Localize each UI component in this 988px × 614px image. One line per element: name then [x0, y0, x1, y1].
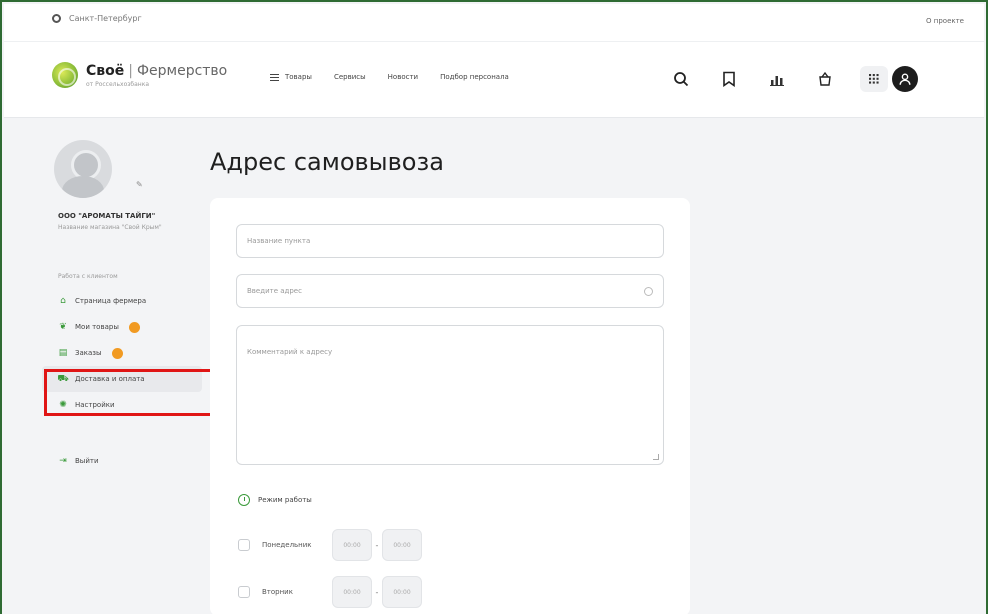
nav-label: Сервисы	[333, 73, 366, 81]
address-placeholder: Введите адрес	[247, 287, 302, 295]
nav-item-services[interactable]: Сервисы	[334, 73, 366, 81]
window-frame: Санкт-Петербург О проекте Своё | Фермерств…	[0, 0, 988, 614]
sidebar-item-label: Страница фермера	[75, 297, 147, 305]
nav-label: Новости	[387, 73, 419, 81]
location-icon	[52, 14, 61, 23]
monday-to-input[interactable]: 00:00	[382, 529, 422, 561]
site-header: Своё | Фермерство от Россельхозбанка Товар…	[4, 42, 984, 118]
grid-icon[interactable]	[860, 66, 888, 92]
day-label: Понедельник	[262, 541, 312, 549]
logo-subtitle: от Россельхозбанка	[86, 80, 150, 88]
tuesday-from-input[interactable]: 00:00	[332, 576, 372, 608]
work-mode-label: Режим работы	[258, 496, 312, 504]
home-icon: ⌂	[60, 296, 66, 306]
address-comment-textarea[interactable]: Комментарий к адресу	[236, 325, 664, 465]
day-row-tuesday: Вторник 00:00 - 00:00	[238, 576, 422, 608]
resize-handle-icon[interactable]	[653, 454, 659, 460]
nav-item-recruiting[interactable]: Подбор персонала	[440, 73, 509, 81]
comment-placeholder: Комментарий к адресу	[247, 348, 333, 356]
chart-icon[interactable]	[764, 66, 790, 92]
search-icon[interactable]	[668, 66, 694, 92]
point-name-placeholder: Название пункта	[247, 237, 311, 245]
org-name: ООО "АРОМАТЫ ТАЙГИ"	[58, 212, 156, 220]
user-icon[interactable]	[892, 66, 918, 92]
orders-icon: ▤	[58, 348, 68, 358]
basket-icon[interactable]	[812, 66, 838, 92]
edit-icon[interactable]: ✎	[136, 180, 143, 189]
logout-label: Выйти	[75, 457, 99, 465]
sidebar-item-orders[interactable]: ▤ Заказы	[42, 340, 202, 366]
page-title: Адрес самовывоза	[210, 148, 444, 176]
sprout-icon: ❦	[59, 322, 67, 332]
work-mode-header: Режим работы	[238, 494, 312, 506]
clear-icon[interactable]	[644, 287, 653, 296]
logo-product: Фермерство	[136, 62, 228, 79]
sidebar-item-label: Мои товары	[75, 323, 119, 331]
about-link[interactable]: О проекте	[926, 17, 964, 25]
menu-icon	[270, 73, 279, 81]
logo[interactable]: Своё | Фермерство от Россельхозбанка	[52, 62, 227, 88]
highlight-box	[44, 369, 222, 416]
time-separator: -	[375, 540, 379, 550]
notification-badge	[128, 321, 140, 333]
section-label: Работа с клиентом	[58, 273, 118, 280]
header-icons	[668, 66, 918, 92]
city-label: Санкт-Петербург	[69, 14, 142, 23]
clock-icon	[238, 494, 250, 506]
nav-label: Подбор персонала	[440, 73, 509, 81]
day-row-monday: Понедельник 00:00 - 00:00	[238, 529, 422, 561]
sidebar-item-my-products[interactable]: ❦ Мои товары	[42, 314, 202, 340]
address-input[interactable]: Введите адрес	[236, 274, 664, 308]
tuesday-checkbox[interactable]	[238, 586, 250, 598]
profile-avatar[interactable]	[54, 140, 112, 198]
bookmark-icon[interactable]	[716, 66, 742, 92]
sidebar-item-farmer-page[interactable]: ⌂ Страница фермера	[42, 288, 202, 314]
day-label: Вторник	[262, 588, 293, 596]
logo-brand: Своё	[86, 62, 125, 79]
sidebar-item-label: Заказы	[75, 349, 102, 357]
city-selector[interactable]: Санкт-Петербург	[52, 14, 142, 23]
monday-from-input[interactable]: 00:00	[332, 529, 372, 561]
notification-badge	[111, 347, 123, 359]
logout-button[interactable]: ⇥ Выйти	[58, 456, 99, 466]
logo-icon	[52, 62, 78, 88]
org-subtitle: Название магазина "Свой Крым"	[58, 224, 162, 231]
tuesday-to-input[interactable]: 00:00	[382, 576, 422, 608]
time-separator: -	[375, 587, 379, 597]
monday-checkbox[interactable]	[238, 539, 250, 551]
point-name-input[interactable]: Название пункта	[236, 224, 664, 258]
nav-item-products[interactable]: Товары	[270, 73, 312, 81]
pickup-address-form: Название пункта Введите адрес Комментари…	[210, 198, 690, 614]
main-nav: Товары Сервисы Новости Подбор персонала	[270, 73, 531, 81]
logo-title: Своё | Фермерство	[86, 63, 227, 79]
nav-item-news[interactable]: Новости	[388, 73, 418, 81]
top-bar: Санкт-Петербург О проекте	[4, 4, 984, 42]
logo-separator: |	[128, 62, 133, 79]
logout-icon: ⇥	[59, 456, 67, 466]
nav-label: Товары	[285, 73, 312, 81]
